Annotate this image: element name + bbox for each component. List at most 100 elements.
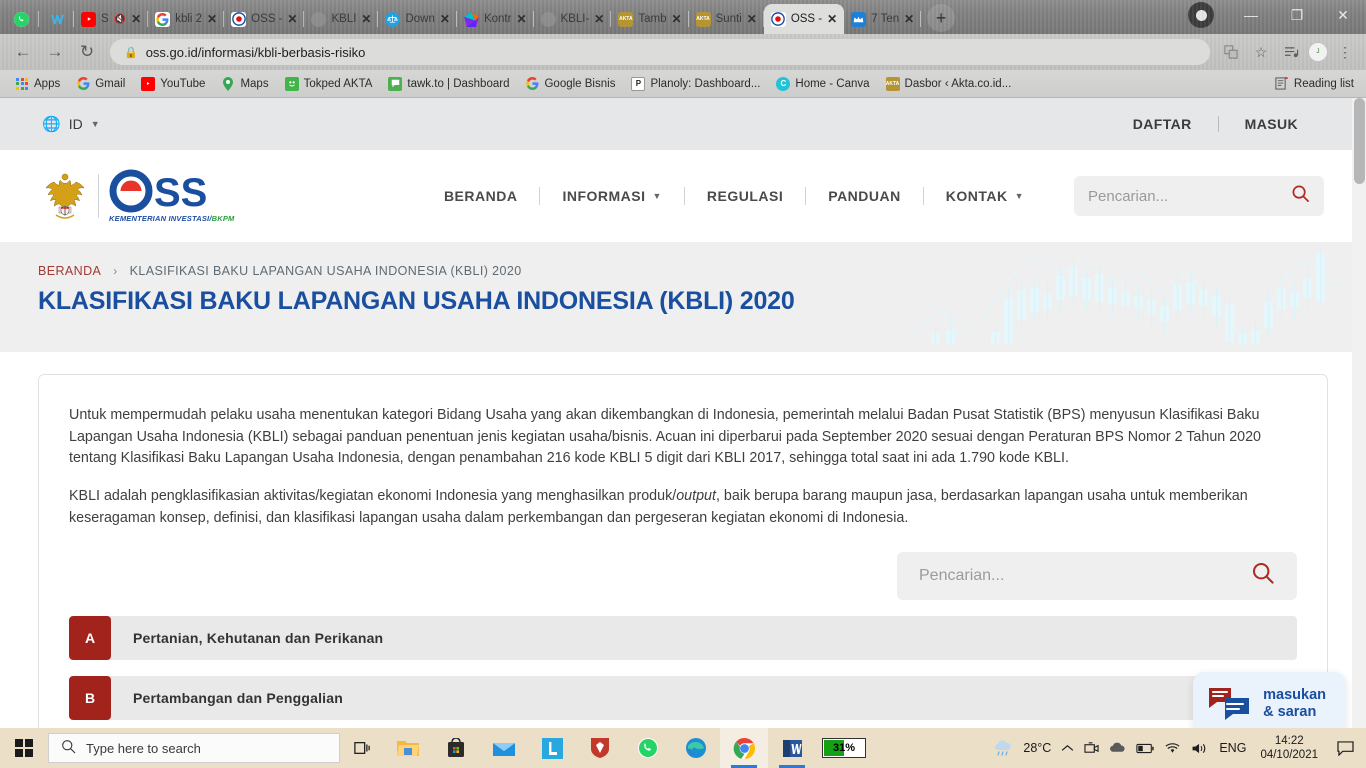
taskbar-app-l[interactable] bbox=[528, 728, 576, 768]
nav-item-kontak[interactable]: KONTAK ▼ bbox=[924, 188, 1046, 204]
browser-tab[interactable]: OSS - ✕ bbox=[224, 4, 305, 34]
language-selector[interactable]: 🌐 ID ▼ bbox=[42, 115, 100, 133]
nav-item-beranda[interactable]: BERANDA bbox=[422, 188, 540, 204]
bookmark-label: Dasbor ‹ Akta.co.id... bbox=[904, 77, 1012, 90]
search-icon[interactable] bbox=[1251, 561, 1275, 591]
bookmark-gmail[interactable]: Gmail bbox=[69, 75, 132, 93]
media-list-icon[interactable] bbox=[1278, 39, 1304, 65]
new-tab-button[interactable]: + bbox=[927, 4, 956, 32]
header-search[interactable] bbox=[1074, 176, 1324, 216]
taskbar-app-microsoft-word[interactable] bbox=[768, 728, 816, 768]
maximize-button[interactable]: ❐ bbox=[1274, 0, 1320, 30]
browser-tab[interactable]: AKTA Sunti ✕ bbox=[689, 4, 765, 34]
close-icon[interactable]: ✕ bbox=[207, 12, 217, 26]
browser-tab[interactable]: Kontr ✕ bbox=[457, 4, 534, 34]
page-scrollbar[interactable] bbox=[1352, 98, 1366, 728]
notifications-icon[interactable] bbox=[1332, 728, 1358, 768]
address-bar[interactable]: 🔒 oss.go.id/informasi/kbli-berbasis-risi… bbox=[110, 39, 1210, 65]
taskbar-app-file-explorer[interactable] bbox=[384, 728, 432, 768]
profile-avatar[interactable] bbox=[1188, 2, 1214, 28]
browser-tab[interactable]: Down ✕ bbox=[378, 4, 458, 34]
nav-item-regulasi[interactable]: REGULASI bbox=[685, 188, 805, 204]
camera-icon[interactable] bbox=[1084, 741, 1099, 755]
weather-icon[interactable] bbox=[993, 740, 1013, 756]
taskbar-app-mail[interactable] bbox=[480, 728, 528, 768]
taskbar-app-shield[interactable] bbox=[576, 728, 624, 768]
mute-icon[interactable]: 🔇 bbox=[114, 14, 126, 25]
task-view-button[interactable] bbox=[340, 728, 384, 768]
bookmark-akta[interactable]: AKTA Dasbor ‹ Akta.co.id... bbox=[879, 75, 1019, 93]
bookmark-maps[interactable]: Maps bbox=[214, 75, 275, 93]
browser-tab[interactable]: kbli 2 ✕ bbox=[148, 4, 225, 34]
minimize-button[interactable]: — bbox=[1228, 0, 1274, 30]
content-search[interactable] bbox=[897, 551, 1297, 600]
back-icon[interactable]: ← bbox=[8, 37, 38, 67]
browser-tab[interactable]: S 🔇 ✕ bbox=[74, 4, 149, 34]
browser-tab[interactable]: KBLI ✕ bbox=[304, 4, 379, 34]
nav-item-informasi[interactable]: INFORMASI ▼ bbox=[540, 188, 683, 204]
close-icon[interactable]: ✕ bbox=[747, 12, 757, 26]
chrome-menu-icon[interactable]: ⋮ bbox=[1332, 39, 1358, 65]
nav-item-panduan[interactable]: PANDUAN bbox=[806, 188, 922, 204]
category-row[interactable]: A Pertanian, Kehutanan dan Perikanan bbox=[69, 615, 1297, 660]
tab-title: Kontr bbox=[483, 13, 512, 25]
volume-icon[interactable] bbox=[1191, 742, 1209, 755]
close-icon[interactable]: ✕ bbox=[594, 12, 604, 26]
close-icon[interactable]: ✕ bbox=[827, 12, 837, 26]
profile-icon[interactable]: J bbox=[1308, 42, 1328, 62]
category-row[interactable]: B Pertambangan dan Penggalian bbox=[69, 675, 1297, 720]
reload-icon[interactable]: ↻ bbox=[72, 37, 102, 67]
browser-tab[interactable]: AKTA Tamb ✕ bbox=[611, 4, 689, 34]
bookmark-star-icon[interactable]: ☆ bbox=[1248, 39, 1274, 65]
browser-tab[interactable] bbox=[4, 4, 39, 34]
taskbar-app-microsoft-store[interactable] bbox=[432, 728, 480, 768]
onedrive-icon[interactable] bbox=[1109, 742, 1126, 754]
wifi-icon[interactable] bbox=[1164, 742, 1181, 755]
header-search-input[interactable] bbox=[1088, 187, 1291, 205]
close-window-button[interactable]: ✕ bbox=[1320, 0, 1366, 30]
close-icon[interactable]: ✕ bbox=[671, 12, 681, 26]
bookmark-canva[interactable]: C Home - Canva bbox=[769, 75, 876, 93]
content-search-input[interactable] bbox=[919, 566, 1251, 585]
close-icon[interactable]: ✕ bbox=[131, 12, 141, 26]
site-logo[interactable]: SS KEMENTERIAN INVESTASI/BKPM bbox=[42, 169, 259, 223]
scrollbar-thumb[interactable] bbox=[1354, 98, 1365, 184]
bookmark-google-bisnis[interactable]: Google Bisnis bbox=[518, 75, 622, 93]
taskbar-app-whatsapp[interactable] bbox=[624, 728, 672, 768]
page-title: KLASIFIKASI BAKU LAPANGAN USAHA INDONESI… bbox=[38, 287, 795, 315]
start-button[interactable] bbox=[0, 728, 48, 768]
bookmark-tokped[interactable]: Tokped AKTA bbox=[278, 75, 380, 93]
chevron-up-icon[interactable] bbox=[1061, 744, 1074, 753]
bookmark-tawkto[interactable]: tawk.to | Dashboard bbox=[381, 75, 516, 93]
bookmark-apps[interactable]: Apps bbox=[8, 75, 67, 93]
search-icon[interactable] bbox=[1291, 184, 1310, 208]
close-icon[interactable]: ✕ bbox=[287, 12, 297, 26]
battery-icon[interactable] bbox=[1136, 743, 1154, 754]
taskbar-search[interactable]: Type here to search bbox=[48, 733, 340, 763]
close-icon[interactable]: ✕ bbox=[516, 12, 526, 26]
feedback-widget[interactable]: masukan & saran bbox=[1193, 672, 1346, 728]
browser-tab[interactable]: 7 Ten ✕ bbox=[844, 4, 922, 34]
bookmark-youtube[interactable]: YouTube bbox=[134, 75, 212, 93]
browser-tab[interactable] bbox=[39, 4, 74, 34]
taskbar-app-microsoft-edge[interactable] bbox=[672, 728, 720, 768]
taskbar-app-google-chrome[interactable] bbox=[720, 728, 768, 768]
clock[interactable]: 14:22 04/10/2021 bbox=[1256, 734, 1322, 763]
tab-title: Tamb bbox=[638, 13, 667, 25]
close-icon[interactable]: ✕ bbox=[904, 12, 914, 26]
breadcrumb-home[interactable]: BERANDA bbox=[38, 264, 101, 278]
register-link[interactable]: DAFTAR bbox=[1107, 116, 1218, 132]
battery-badge[interactable]: 31% bbox=[822, 738, 866, 758]
bookmark-label: Maps bbox=[240, 77, 269, 90]
close-icon[interactable]: ✕ bbox=[361, 12, 371, 26]
bookmark-planoly[interactable]: P Planoly: Dashboard... bbox=[624, 75, 767, 93]
translate-icon[interactable] bbox=[1218, 39, 1244, 65]
reading-list-button[interactable]: Reading list bbox=[1274, 76, 1358, 91]
browser-tab[interactable]: KBLI- ✕ bbox=[534, 4, 612, 34]
close-icon[interactable]: ✕ bbox=[440, 12, 450, 26]
youtube-icon bbox=[141, 76, 156, 91]
login-link[interactable]: MASUK bbox=[1219, 116, 1324, 132]
forward-icon[interactable]: → bbox=[40, 37, 70, 67]
browser-tab-active[interactable]: OSS - ✕ bbox=[763, 4, 845, 34]
language-indicator[interactable]: ENG bbox=[1219, 741, 1246, 755]
